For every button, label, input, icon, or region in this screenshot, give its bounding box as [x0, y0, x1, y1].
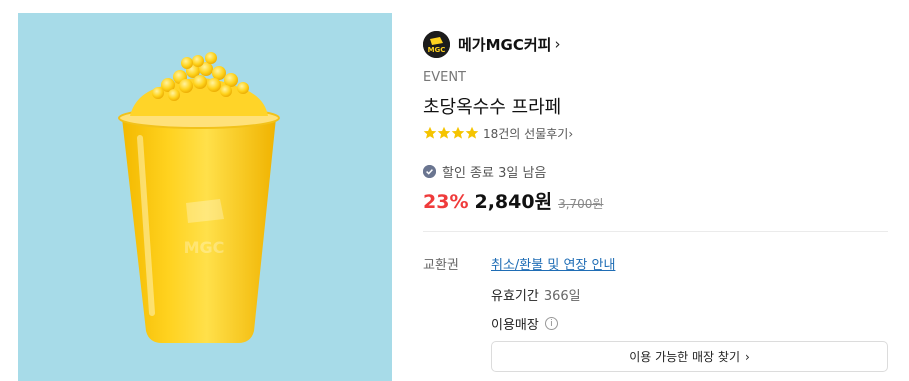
find-store-label: 이용 가능한 매장 찾기: [629, 350, 740, 364]
svg-text:MGC: MGC: [428, 46, 446, 54]
sale-end-notice: 할인 종료 3일 남음: [423, 162, 547, 181]
brand-logo-icon: MGC: [423, 30, 450, 58]
chevron-right-icon: ›: [554, 35, 561, 53]
brand-link[interactable]: MGC 메가MGC커피 ›: [423, 30, 560, 58]
price-row: 23% 2,840원 3,700원: [423, 187, 603, 214]
product-title: 초당옥수수 프라페: [423, 97, 562, 118]
event-label: EVENT: [423, 70, 466, 85]
product-image: MGC: [18, 13, 392, 381]
sale-end-text: 할인 종료 3일 남음: [442, 165, 547, 181]
validity-row: 유효기간 366일: [491, 285, 581, 304]
info-icon[interactable]: i: [544, 317, 558, 330]
original-price: 3,700원: [558, 197, 604, 211]
review-count-text: 18건의 선물후기: [483, 126, 569, 141]
clock-icon: [423, 164, 436, 178]
sale-price: 2,840원: [474, 191, 553, 213]
validity-value: 366일: [543, 289, 581, 304]
discount-rate: 23%: [423, 191, 469, 213]
svg-text:MGC: MGC: [184, 238, 225, 257]
rating-row: 18건의 선물후기›: [423, 124, 573, 142]
validity-label: 유효기간: [491, 289, 539, 304]
star-icon: [437, 126, 451, 139]
review-count-link[interactable]: 18건의 선물후기›: [483, 125, 573, 142]
star-icon: [451, 126, 465, 139]
corn-frappe-cup-illustration: MGC: [118, 52, 280, 343]
refund-policy-link[interactable]: 취소/환불 및 연장 안내: [491, 254, 615, 273]
chevron-right-icon: ›: [568, 126, 574, 141]
find-store-button[interactable]: 이용 가능한 매장 찾기 ›: [491, 341, 888, 372]
star-icon: [465, 126, 479, 139]
divider: [423, 231, 888, 232]
store-row: 이용매장 i: [491, 314, 558, 333]
star-icon: [423, 126, 437, 139]
exchange-label: 교환권: [423, 258, 459, 273]
store-label: 이용매장: [491, 318, 539, 333]
brand-name: 메가MGC커피: [458, 35, 552, 54]
chevron-right-icon: ›: [745, 349, 750, 364]
